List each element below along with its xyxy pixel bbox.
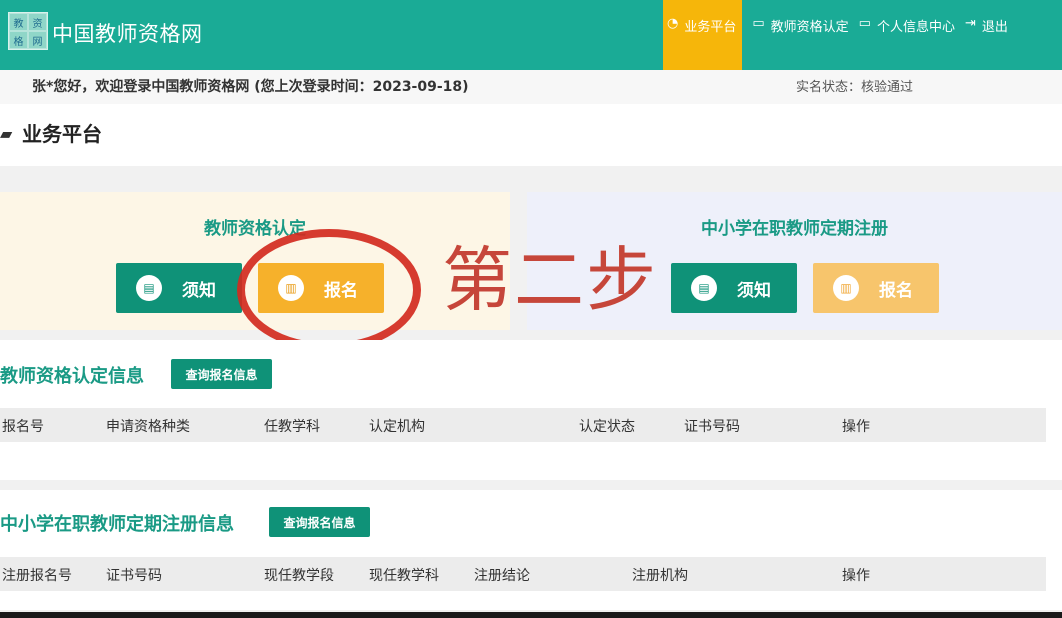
registration-query-button[interactable]: 查询报名信息: [269, 507, 370, 537]
logo-char: 资: [28, 13, 47, 31]
column-header: 申请资格种类: [106, 419, 190, 435]
column-header: 证书号码: [106, 568, 162, 584]
column-header: 证书号码: [684, 419, 740, 435]
nav-item-personal-center[interactable]: ▭ 个人信息中心: [859, 0, 955, 70]
certification-query-button[interactable]: 查询报名信息: [171, 359, 272, 389]
registration-notice-button[interactable]: ▤ 须知: [671, 263, 797, 313]
column-header: 认定机构: [369, 419, 425, 435]
panel-title: 教师资格认定: [204, 219, 306, 239]
column-header: 注册结论: [474, 568, 530, 584]
certification-info-section: 教师资格认定信息 查询报名信息 报名号 申请资格种类 任教学科 认定机构 认定状…: [0, 340, 1062, 480]
logout-icon: ⇥: [964, 16, 976, 31]
laptop-icon: ▭: [858, 16, 871, 31]
page-title: 业务平台: [22, 122, 102, 146]
button-label: 须知: [182, 280, 216, 301]
real-name-status: 实名状态：核验通过: [796, 80, 914, 95]
button-label: 报名: [879, 280, 913, 301]
button-label: 须知: [737, 280, 771, 301]
annotation-circle: [237, 229, 421, 351]
dashboard-icon: ◔: [667, 16, 679, 31]
column-header: 现任教学段: [264, 568, 334, 584]
certification-notice-button[interactable]: ▤ 须知: [116, 263, 242, 313]
nav-item-business-platform[interactable]: ◔ 业务平台: [663, 0, 743, 70]
logo-char: 教: [9, 13, 28, 31]
page-title-bar: ▰ 业务平台: [0, 104, 1062, 166]
column-header: 现任教学科: [369, 568, 439, 584]
registration-info-section: 中小学在职教师定期注册信息 查询报名信息 注册报名号 证书号码 现任教学段 现任…: [0, 490, 1062, 610]
nav-label: 退出: [981, 20, 1008, 35]
monitor-icon: ▭: [752, 16, 765, 31]
nav-label: 教师资格认定: [770, 20, 849, 35]
bottom-edge: [0, 612, 1062, 618]
document-icon: ▤: [136, 275, 162, 301]
annotation-step-text: 第二步: [442, 239, 658, 321]
top-nav: ◔ 业务平台 ▭ 教师资格认定 ▭ 个人信息中心 ⇥ 退出: [663, 0, 1008, 70]
site-logo[interactable]: 教 资 格 网: [8, 12, 48, 50]
welcome-bar: 张*您好，欢迎登录中国教师资格网 (您上次登录时间：2023-09-18) 实名…: [0, 70, 1062, 104]
clipboard-icon: ▥: [833, 275, 859, 301]
registration-signup-button[interactable]: ▥ 报名: [813, 263, 939, 313]
column-header: 注册报名号: [2, 568, 72, 584]
registration-table-header: 注册报名号 证书号码 现任教学段 现任教学科 注册结论 注册机构 操作: [0, 557, 1046, 591]
welcome-message: 张*您好，欢迎登录中国教师资格网 (您上次登录时间：2023-09-18): [32, 79, 469, 95]
column-header: 操作: [842, 419, 870, 435]
nav-label: 业务平台: [684, 20, 737, 35]
nav-label: 个人信息中心: [876, 20, 955, 35]
section-title: 教师资格认定信息: [0, 366, 144, 387]
document-icon: ▤: [691, 275, 717, 301]
nav-item-logout[interactable]: ⇥ 退出: [965, 0, 1008, 70]
top-header: 教 资 格 网 中国教师资格网 ◔ 业务平台 ▭ 教师资格认定 ▭ 个人信息中心…: [0, 0, 1062, 70]
section-title: 中小学在职教师定期注册信息: [0, 514, 234, 535]
site-title: 中国教师资格网: [52, 22, 203, 46]
logo-char: 网: [28, 31, 47, 49]
logo-char: 格: [9, 31, 28, 49]
column-header: 认定状态: [579, 419, 635, 435]
column-header: 任教学科: [264, 419, 320, 435]
column-header: 报名号: [2, 419, 44, 435]
column-header: 操作: [842, 568, 870, 584]
nav-item-teacher-certification[interactable]: ▭ 教师资格认定: [752, 0, 848, 70]
certification-table-header: 报名号 申请资格种类 任教学科 认定机构 认定状态 证书号码 操作: [0, 408, 1046, 442]
home-icon: ▰: [0, 124, 13, 143]
column-header: 注册机构: [632, 568, 688, 584]
